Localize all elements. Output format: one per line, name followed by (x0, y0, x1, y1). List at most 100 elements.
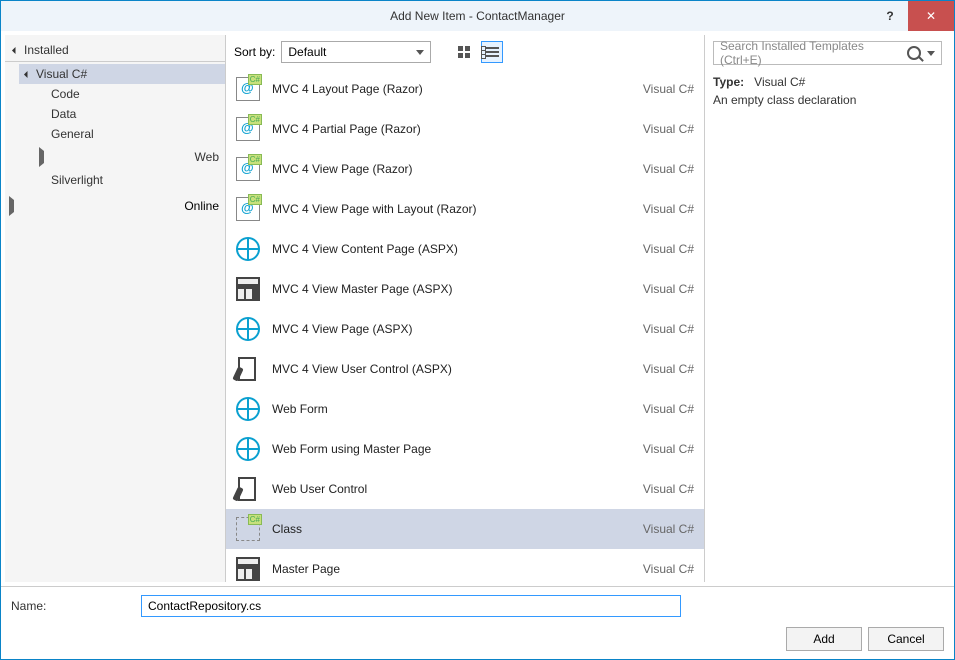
template-item-language: Visual C# (643, 522, 694, 536)
template-item[interactable]: MVC 4 View User Control (ASPX) Visual C# (226, 349, 704, 389)
list-icon (485, 47, 499, 57)
sort-label: Sort by: (234, 45, 275, 59)
template-item-label: MVC 4 View Page (Razor) (272, 162, 631, 176)
template-item-label: MVC 4 View Master Page (ASPX) (272, 282, 631, 296)
template-item[interactable]: Web Form using Master Page Visual C# (226, 429, 704, 469)
template-item-language: Visual C# (643, 122, 694, 136)
web-label: Web (195, 150, 219, 164)
globe-icon (236, 397, 260, 421)
category-sidebar: Installed Visual C# Code Data General We… (5, 35, 225, 582)
template-item-label: MVC 4 View Content Page (ASPX) (272, 242, 631, 256)
template-item-label: MVC 4 View User Control (ASPX) (272, 362, 631, 376)
template-item[interactable]: MVC 4 View Page with Layout (Razor) Visua… (226, 189, 704, 229)
name-row: Name: (11, 595, 944, 617)
chevron-right-icon (9, 196, 178, 216)
template-item-language: Visual C# (643, 82, 694, 96)
close-button[interactable]: ✕ (908, 1, 954, 31)
template-item-label: Web Form (272, 402, 631, 416)
template-item-label: MVC 4 View Page with Layout (Razor) (272, 202, 631, 216)
template-item-language: Visual C# (643, 202, 694, 216)
chevron-down-icon (12, 46, 19, 53)
name-input[interactable] (141, 595, 681, 617)
template-main: Sort by: Default MVC 4 Layout Page (Razo… (225, 35, 705, 582)
template-item[interactable]: MVC 4 View Page (ASPX) Visual C# (226, 309, 704, 349)
sidebar-item-code[interactable]: Code (19, 84, 225, 104)
template-list-wrap: MVC 4 Layout Page (Razor)Visual C#MVC 4 … (226, 69, 704, 582)
installed-header[interactable]: Installed (5, 39, 225, 62)
class-icon (236, 517, 260, 541)
template-item-label: MVC 4 View Page (ASPX) (272, 322, 631, 336)
uc-icon (236, 357, 260, 381)
help-button[interactable]: ? (872, 1, 908, 31)
search-input[interactable]: Search Installed Templates (Ctrl+E) (713, 41, 942, 65)
template-item[interactable]: MVC 4 Layout Page (Razor) Visual C# (226, 69, 704, 109)
master-icon (236, 277, 260, 301)
uc-icon (236, 477, 260, 501)
template-list[interactable]: MVC 4 Layout Page (Razor)Visual C#MVC 4 … (226, 69, 704, 582)
titlebar: Add New Item - ContactManager ? ✕ (1, 1, 954, 31)
name-label: Name: (11, 599, 131, 613)
template-item-label: Web User Control (272, 482, 631, 496)
grid-icon (458, 46, 470, 58)
type-label: Type: (713, 75, 744, 89)
view-grid-button[interactable] (453, 41, 475, 63)
sidebar-item-web[interactable]: Web (19, 144, 225, 170)
template-item-label: Web Form using Master Page (272, 442, 631, 456)
search-placeholder: Search Installed Templates (Ctrl+E) (720, 39, 907, 67)
template-item-language: Visual C# (643, 562, 694, 576)
template-item[interactable]: MVC 4 Partial Page (Razor)Visual C# (226, 109, 704, 149)
footer: Name: Add Cancel (1, 586, 954, 659)
chevron-down-icon (927, 51, 935, 56)
sidebar-item-data[interactable]: Data (19, 104, 225, 124)
template-item-language: Visual C# (643, 242, 694, 256)
template-item-label: Master Page (272, 562, 631, 576)
type-value: Visual C# (754, 75, 805, 89)
template-item-language: Visual C# (643, 322, 694, 336)
window-title: Add New Item - ContactManager (1, 9, 954, 23)
template-item[interactable]: Web User Control Visual C# (226, 469, 704, 509)
template-item-language: Visual C# (643, 442, 694, 456)
chevron-down-icon (24, 70, 31, 77)
template-item[interactable]: MVC 4 View Page (Razor) Visual C# (226, 149, 704, 189)
details-panel: Search Installed Templates (Ctrl+E) Type… (705, 35, 950, 582)
sidebar-item-visual-csharp[interactable]: Visual C# (19, 64, 225, 84)
razor-icon (236, 157, 260, 181)
toolbar: Sort by: Default (226, 35, 704, 69)
template-item-language: Visual C# (643, 482, 694, 496)
search-icon (907, 46, 921, 60)
template-item[interactable]: Web Form Visual C# (226, 389, 704, 429)
chevron-down-icon (416, 50, 424, 55)
sort-dropdown[interactable]: Default (281, 41, 431, 63)
template-item-language: Visual C# (643, 362, 694, 376)
installed-label: Installed (24, 43, 69, 57)
type-row: Type: Visual C# (713, 75, 942, 89)
csharp-label: Visual C# (36, 67, 87, 81)
add-button[interactable]: Add (786, 627, 862, 651)
template-item-language: Visual C# (643, 402, 694, 416)
globe-icon (236, 317, 260, 341)
view-list-button[interactable] (481, 41, 503, 63)
razor-icon (236, 77, 260, 101)
template-item[interactable]: MVC 4 View Content Page (ASPX) Visual C# (226, 229, 704, 269)
button-row: Add Cancel (11, 627, 944, 651)
razor-icon (236, 117, 260, 141)
dialog-body: Installed Visual C# Code Data General We… (5, 35, 950, 582)
sidebar-item-silverlight[interactable]: Silverlight (19, 170, 225, 190)
template-item-label: Class (272, 522, 631, 536)
cancel-button[interactable]: Cancel (868, 627, 944, 651)
globe-icon (236, 237, 260, 261)
template-item-label: MVC 4 Layout Page (Razor) (272, 82, 631, 96)
template-item-language: Visual C# (643, 162, 694, 176)
template-item[interactable]: Master Page Visual C# (226, 549, 704, 582)
online-header[interactable]: Online (5, 190, 225, 222)
installed-group: Visual C# Code Data General Web Silverli… (5, 64, 225, 190)
razor-icon (236, 197, 260, 221)
template-item[interactable]: MVC 4 View Master Page (ASPX)Visual C# (226, 269, 704, 309)
sidebar-item-general[interactable]: General (19, 124, 225, 144)
template-item[interactable]: Class Visual C# (226, 509, 704, 549)
globe-icon (236, 437, 260, 461)
sort-value: Default (288, 45, 326, 59)
chevron-right-icon (39, 147, 189, 167)
master-icon (236, 557, 260, 581)
window-controls: ? ✕ (872, 1, 954, 31)
